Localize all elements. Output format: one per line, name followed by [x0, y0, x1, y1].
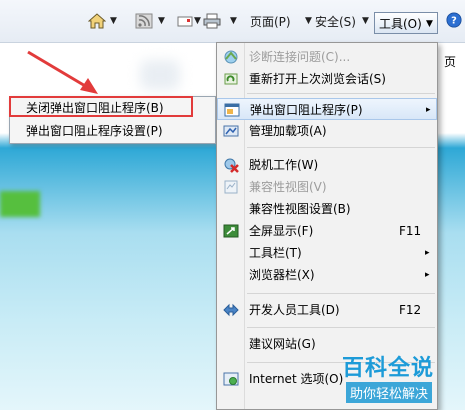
popup-blocker-settings-item[interactable]: 弹出窗口阻止程序设置(P) [10, 120, 215, 142]
menu-item-label: 弹出窗口阻止程序(P) [250, 103, 363, 117]
submenu-arrow-icon: ▸ [425, 270, 430, 280]
shortcut-label: F12 [399, 303, 422, 317]
menu-item-label: 管理加载项(A) [249, 124, 327, 138]
fullscreen-icon [223, 224, 239, 238]
submenu-item-label: 弹出窗口阻止程序设置(P) [26, 124, 163, 138]
menu-item-label: 建议网站(G) [249, 337, 316, 351]
menu-item-label: 浏览器栏(X) [249, 268, 315, 282]
internet-options-icon [223, 372, 239, 386]
diagnose-icon [224, 50, 238, 64]
offline-icon [224, 158, 239, 173]
compat-view-icon [224, 180, 238, 194]
work-offline-item[interactable]: 脱机工作(W) [217, 154, 437, 176]
highlight-box [9, 96, 193, 117]
menu-item-label: 脱机工作(W) [249, 158, 319, 172]
shortcut-label: F11 [399, 224, 422, 238]
toolbars-item[interactable]: 工具栏(T) ▸ [217, 242, 437, 264]
menu-item-label: 工具栏(T) [249, 246, 302, 260]
fullscreen-item[interactable]: 全屏显示(F) F11 [217, 220, 437, 242]
developer-tools-icon [223, 303, 239, 317]
explorer-bars-item[interactable]: 浏览器栏(X) ▸ [217, 264, 437, 286]
menu-separator [247, 327, 435, 328]
developer-tools-item[interactable]: 开发人员工具(D) F12 [217, 299, 437, 321]
compatibility-view-item[interactable]: 兼容性视图(V) [217, 176, 437, 198]
reopen-session-icon [224, 73, 238, 85]
watermark-title: 百科全说 [342, 356, 435, 381]
popup-blocker-item[interactable]: 弹出窗口阻止程序(P) ▸ [217, 98, 437, 120]
manage-addons-item[interactable]: 管理加载项(A) [217, 120, 437, 142]
menu-item-label: 开发人员工具(D) [249, 303, 340, 317]
menu-item-label: 诊断连接问题(C)... [249, 50, 351, 64]
menu-item-label: 重新打开上次浏览会话(S) [249, 72, 386, 86]
watermark: 百科全说 助你轻松解决 [330, 346, 465, 410]
addons-icon [223, 125, 239, 137]
reopen-last-session-item[interactable]: 重新打开上次浏览会话(S) [217, 68, 437, 90]
watermark-subtitle: 助你轻松解决 [346, 382, 433, 403]
menu-item-label: 兼容性视图(V) [249, 180, 327, 194]
menu-item-label: 兼容性视图设置(B) [249, 202, 351, 216]
compatibility-view-settings-item[interactable]: 兼容性视图设置(B) [217, 198, 437, 220]
menu-separator [247, 147, 435, 148]
menu-item-label: 全屏显示(F) [249, 224, 314, 238]
menu-separator [247, 293, 435, 294]
submenu-arrow-icon: ▸ [426, 105, 431, 115]
popup-blocker-icon [224, 103, 240, 117]
submenu-arrow-icon: ▸ [425, 248, 430, 258]
menu-separator [247, 93, 435, 94]
diagnose-connection-item[interactable]: 诊断连接问题(C)... [217, 46, 437, 68]
